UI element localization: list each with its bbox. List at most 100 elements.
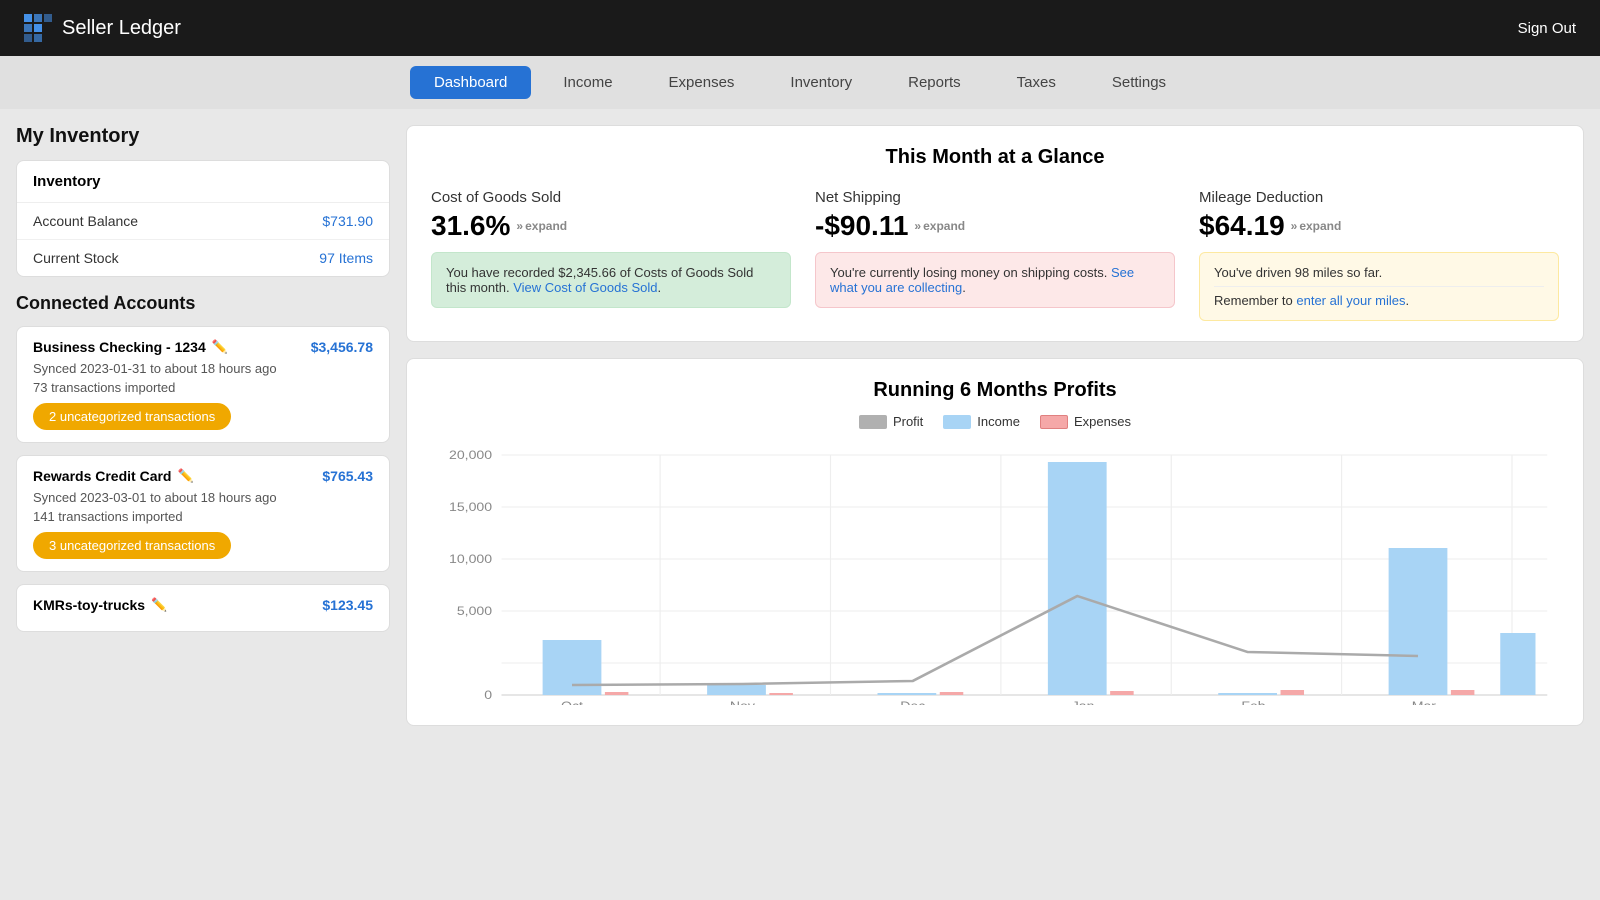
mileage-label: Mileage Deduction: [1199, 189, 1559, 206]
legend-expenses: Expenses: [1040, 414, 1131, 429]
expense-bar-5: [1281, 690, 1305, 695]
income-bar-1: [543, 640, 602, 695]
account-card-credit: Rewards Credit Card ✏️ $765.43 Synced 20…: [16, 455, 390, 572]
cogs-label: Cost of Goods Sold: [431, 189, 791, 206]
my-inventory-title: My Inventory: [16, 125, 390, 148]
mileage-value: $64.19 » expand: [1199, 210, 1559, 242]
mileage-info-link[interactable]: enter all your miles: [1296, 293, 1405, 308]
glance-col-shipping: Net Shipping -$90.11 » expand You're cur…: [815, 189, 1175, 321]
mileage-info-box: You've driven 98 miles so far. Remember …: [1199, 252, 1559, 321]
chart-area: 20,000 15,000 10,000 5,000 0: [431, 445, 1559, 705]
svg-text:20,000: 20,000: [449, 448, 492, 462]
account-header-checking: Business Checking - 1234 ✏️ $3,456.78: [33, 339, 373, 355]
svg-text:15,000: 15,000: [449, 500, 492, 514]
expense-bar-3: [940, 692, 964, 695]
svg-text:0: 0: [484, 688, 492, 702]
account-balance-kmrs[interactable]: $123.45: [322, 597, 373, 613]
chart-legend: Profit Income Expenses: [431, 414, 1559, 429]
uncategorized-badge-checking[interactable]: 2 uncategorized transactions: [33, 403, 231, 430]
nav-dashboard[interactable]: Dashboard: [410, 66, 531, 99]
cogs-value: 31.6% » expand: [431, 210, 791, 242]
legend-profit-box: [859, 415, 887, 429]
legend-income-label: Income: [977, 414, 1020, 429]
svg-text:Feb: Feb: [1241, 699, 1265, 705]
edit-icon-credit[interactable]: ✏️: [177, 468, 193, 484]
expense-bar-6: [1451, 690, 1475, 695]
shipping-expand[interactable]: » expand: [914, 219, 965, 233]
income-bar-7: [1500, 633, 1535, 695]
income-bar-2: [707, 685, 766, 695]
account-header-kmrs: KMRs-toy-trucks ✏️ $123.45: [33, 597, 373, 613]
glance-col-mileage: Mileage Deduction $64.19 » expand You've…: [1199, 189, 1559, 321]
expense-bar-4: [1110, 691, 1134, 695]
account-transactions-credit: 141 transactions imported: [33, 509, 373, 524]
nav-bar: Dashboard Income Expenses Inventory Repo…: [0, 56, 1600, 109]
chart-svg: 20,000 15,000 10,000 5,000 0: [431, 445, 1559, 705]
income-bar-5: [1218, 693, 1277, 695]
mileage-info-line1: You've driven 98 miles so far.: [1214, 265, 1544, 280]
logo-text: Seller Ledger: [62, 17, 181, 40]
glance-grid: Cost of Goods Sold 31.6% » expand You ha…: [431, 189, 1559, 321]
nav-expenses[interactable]: Expenses: [645, 66, 759, 99]
legend-income-box: [943, 415, 971, 429]
current-stock-value[interactable]: 97 Items: [319, 250, 373, 266]
legend-expenses-box: [1040, 415, 1068, 429]
account-transactions-checking: 73 transactions imported: [33, 380, 373, 395]
account-name-credit: Rewards Credit Card ✏️: [33, 468, 194, 484]
inventory-card: Inventory Account Balance $731.90 Curren…: [16, 160, 390, 277]
legend-profit-label: Profit: [893, 414, 923, 429]
edit-icon-checking[interactable]: ✏️: [212, 339, 228, 355]
edit-icon-kmrs[interactable]: ✏️: [151, 597, 167, 613]
signout-button[interactable]: Sign Out: [1518, 20, 1576, 37]
account-balance-value[interactable]: $731.90: [322, 213, 373, 229]
account-header-credit: Rewards Credit Card ✏️ $765.43: [33, 468, 373, 484]
chart-title: Running 6 Months Profits: [431, 379, 1559, 402]
main-content: My Inventory Inventory Account Balance $…: [0, 109, 1600, 742]
shipping-value: -$90.11 » expand: [815, 210, 1175, 242]
glance-col-cogs: Cost of Goods Sold 31.6% » expand You ha…: [431, 189, 791, 321]
legend-profit: Profit: [859, 414, 923, 429]
svg-text:Mar: Mar: [1412, 699, 1437, 705]
glance-title: This Month at a Glance: [431, 146, 1559, 169]
shipping-info-box: You're currently losing money on shippin…: [815, 252, 1175, 308]
mileage-expand[interactable]: » expand: [1291, 219, 1342, 233]
expense-bar-2: [769, 693, 793, 695]
shipping-label: Net Shipping: [815, 189, 1175, 206]
cogs-info-link[interactable]: View Cost of Goods Sold: [513, 280, 657, 295]
sidebar: My Inventory Inventory Account Balance $…: [16, 125, 406, 726]
connected-accounts-title: Connected Accounts: [16, 293, 390, 314]
profit-line: [572, 596, 1418, 685]
cogs-info-box: You have recorded $2,345.66 of Costs of …: [431, 252, 791, 308]
mileage-info-text: Remember to: [1214, 293, 1296, 308]
account-balance-label: Account Balance: [33, 213, 138, 229]
income-bar-3: [878, 693, 937, 695]
nav-reports[interactable]: Reports: [884, 66, 985, 99]
logo: Seller Ledger: [24, 14, 181, 42]
glance-panel: This Month at a Glance Cost of Goods Sol…: [406, 125, 1584, 342]
legend-income: Income: [943, 414, 1020, 429]
svg-text:Dec: Dec: [900, 699, 926, 705]
uncategorized-badge-credit[interactable]: 3 uncategorized transactions: [33, 532, 231, 559]
current-stock-label: Current Stock: [33, 250, 119, 266]
account-sync-checking: Synced 2023-01-31 to about 18 hours ago: [33, 361, 373, 376]
shipping-info-text: You're currently losing money on shippin…: [830, 265, 1111, 280]
legend-expenses-label: Expenses: [1074, 414, 1131, 429]
account-balance-credit[interactable]: $765.43: [322, 468, 373, 484]
svg-text:Oct: Oct: [561, 699, 583, 705]
income-bar-4: [1048, 462, 1107, 695]
right-content: This Month at a Glance Cost of Goods Sol…: [406, 125, 1584, 726]
nav-taxes[interactable]: Taxes: [993, 66, 1080, 99]
cogs-expand[interactable]: » expand: [516, 219, 567, 233]
svg-text:10,000: 10,000: [449, 552, 492, 566]
logo-icon: [24, 14, 52, 42]
account-balance-row: Account Balance $731.90: [17, 203, 389, 240]
account-balance-checking[interactable]: $3,456.78: [311, 339, 373, 355]
account-sync-credit: Synced 2023-03-01 to about 18 hours ago: [33, 490, 373, 505]
inventory-card-header: Inventory: [17, 161, 389, 203]
header: Seller Ledger Sign Out: [0, 0, 1600, 56]
nav-income[interactable]: Income: [539, 66, 636, 99]
account-card-checking: Business Checking - 1234 ✏️ $3,456.78 Sy…: [16, 326, 390, 443]
nav-settings[interactable]: Settings: [1088, 66, 1190, 99]
nav-inventory[interactable]: Inventory: [766, 66, 876, 99]
account-name-kmrs: KMRs-toy-trucks ✏️: [33, 597, 167, 613]
